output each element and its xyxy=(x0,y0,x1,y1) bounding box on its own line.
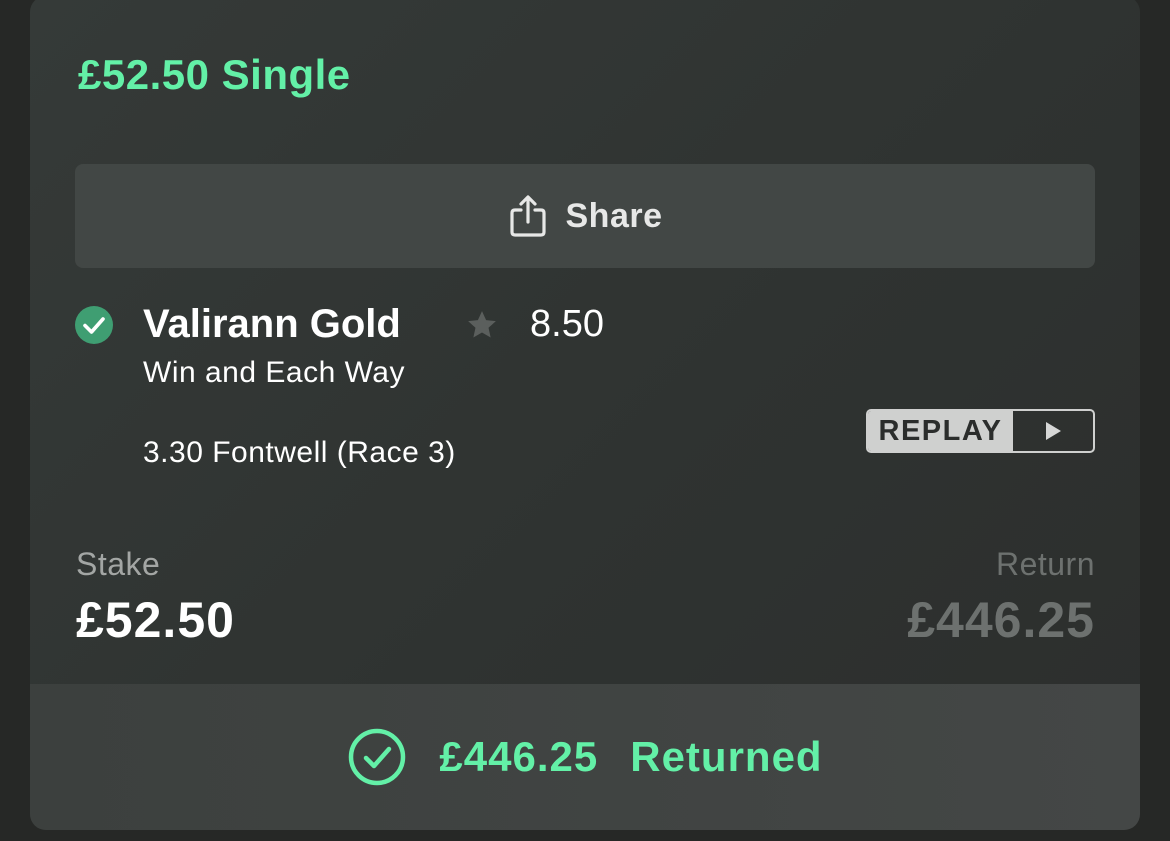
selection-odds: 8.50 xyxy=(530,303,604,345)
check-circle-outline-icon xyxy=(347,727,407,787)
return-value: £446.25 xyxy=(907,592,1095,648)
returned-amount: £446.25 xyxy=(439,733,599,780)
stake-value: £52.50 xyxy=(76,592,235,648)
market-name: Win and Each Way xyxy=(143,356,405,389)
stake-label: Stake xyxy=(76,546,161,582)
selection-name: Valirann Gold xyxy=(143,302,401,346)
share-icon xyxy=(508,194,548,238)
race-name: 3.30 Fontwell (Race 3) xyxy=(143,436,456,469)
bet-card: £52.50 Single Share Valirann Gold 8.50 W… xyxy=(30,0,1140,830)
replay-label: REPLAY xyxy=(868,411,1013,451)
check-circle-icon xyxy=(75,306,113,344)
play-icon xyxy=(1013,411,1093,451)
returned-banner: £446.25 Returned xyxy=(30,684,1140,830)
share-button[interactable]: Share xyxy=(75,164,1095,268)
stake-block: Stake £52.50 xyxy=(76,546,235,649)
selection-row: Valirann Gold 8.50 Win and Each Way 3.30… xyxy=(75,296,1095,496)
replay-button[interactable]: REPLAY xyxy=(866,409,1095,453)
bet-title: £52.50 Single xyxy=(78,51,351,98)
share-label: Share xyxy=(565,196,663,235)
return-label: Return xyxy=(995,546,1095,582)
return-block: Return £446.25 xyxy=(907,546,1095,649)
returned-label: Returned xyxy=(630,733,823,780)
star-icon[interactable] xyxy=(465,308,499,342)
